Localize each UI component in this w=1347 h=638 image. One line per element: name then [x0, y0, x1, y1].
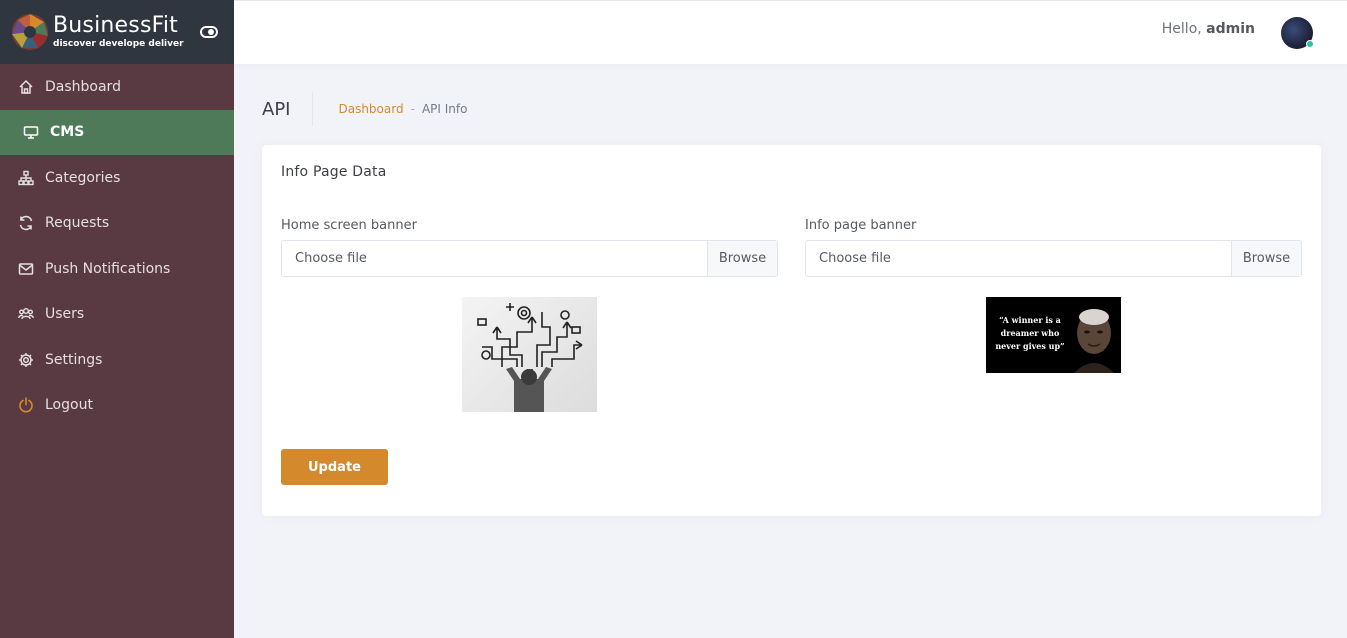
- info-banner-label: Info page banner: [805, 218, 917, 233]
- user-greeting[interactable]: Hello, admin: [1162, 21, 1255, 37]
- info-banner-browse-button[interactable]: Browse: [1231, 241, 1301, 276]
- sidebar-item-label: Users: [45, 306, 85, 323]
- gear-icon: [17, 351, 35, 369]
- envelope-icon: [17, 260, 35, 278]
- home-banner-browse-button[interactable]: Browse: [707, 241, 777, 276]
- sidebar-item-label: Settings: [45, 351, 103, 368]
- page-title: API: [262, 92, 314, 126]
- update-button[interactable]: Update: [281, 449, 388, 485]
- sidebar-item-settings[interactable]: Settings: [0, 337, 234, 383]
- breadcrumb-separator: -: [410, 102, 415, 116]
- info-banner-preview-image: “A winner is a dreamer who never gives u…: [986, 297, 1121, 373]
- sidebar-item-label: Dashboard: [45, 78, 121, 95]
- sidebar-item-cms[interactable]: CMS: [0, 109, 234, 155]
- breadcrumb-link-dashboard[interactable]: Dashboard: [338, 102, 403, 116]
- avatar[interactable]: [1281, 17, 1314, 49]
- sidebar-item-dashboard[interactable]: Dashboard: [0, 64, 234, 110]
- sidebar-item-categories[interactable]: Categories: [0, 155, 234, 201]
- sidebar-menu: Dashboard CMS Categories Requests Push N…: [0, 64, 234, 428]
- sidebar-item-label: Requests: [45, 215, 110, 232]
- users-icon: [17, 305, 35, 323]
- home-banner-field: Home screen banner Choose file Browse: [281, 218, 778, 277]
- power-icon: [17, 396, 35, 414]
- info-banner-field: Info page banner Choose file Browse: [805, 218, 1302, 277]
- sitemap-icon: [17, 169, 35, 187]
- portrait-icon: [1074, 309, 1114, 373]
- breadcrumb: Dashboard - API Info: [313, 102, 467, 116]
- sidebar-item-push-notifications[interactable]: Push Notifications: [0, 246, 234, 292]
- card-title: Info Page Data: [281, 164, 387, 180]
- sidebar-item-label: CMS: [50, 124, 85, 141]
- sidebar-item-requests[interactable]: Requests: [0, 201, 234, 247]
- brand-name[interactable]: BusinessFit: [53, 15, 184, 37]
- info-banner-file-input[interactable]: Choose file Browse: [805, 240, 1302, 277]
- home-icon: [17, 78, 35, 96]
- sidebar-item-logout[interactable]: Logout: [0, 383, 234, 429]
- sidebar-item-label: Categories: [45, 169, 121, 186]
- info-page-card: Info Page Data Home screen banner Choose…: [262, 145, 1321, 516]
- online-status-badge: [1306, 40, 1314, 48]
- home-banner-label: Home screen banner: [281, 218, 417, 233]
- greeting-text: Hello,: [1161, 21, 1202, 37]
- topbar: Hello, admin: [234, 0, 1347, 64]
- logo-icon[interactable]: [10, 12, 50, 52]
- sidebar-item-label: Push Notifications: [45, 260, 171, 277]
- home-banner-file-text[interactable]: Choose file: [282, 241, 707, 276]
- breadcrumb-current: API Info: [421, 102, 468, 116]
- subheader: API Dashboard - API Info: [262, 92, 467, 126]
- refresh-icon: [17, 214, 35, 232]
- home-banner-preview-image: [462, 297, 597, 412]
- sidebar-item-users[interactable]: Users: [0, 292, 234, 338]
- sidebar-item-label: Logout: [45, 397, 93, 414]
- monitor-icon: [22, 123, 40, 141]
- home-banner-file-input[interactable]: Choose file Browse: [281, 240, 778, 277]
- sidebar-toggle-icon[interactable]: [200, 24, 218, 38]
- brand-tagline: discover develope deliver: [53, 39, 184, 49]
- info-banner-file-text[interactable]: Choose file: [806, 241, 1231, 276]
- sidebar: BusinessFit discover develope deliver Da…: [0, 0, 234, 638]
- brand-header: BusinessFit discover develope deliver: [0, 0, 234, 64]
- username: admin: [1206, 21, 1255, 37]
